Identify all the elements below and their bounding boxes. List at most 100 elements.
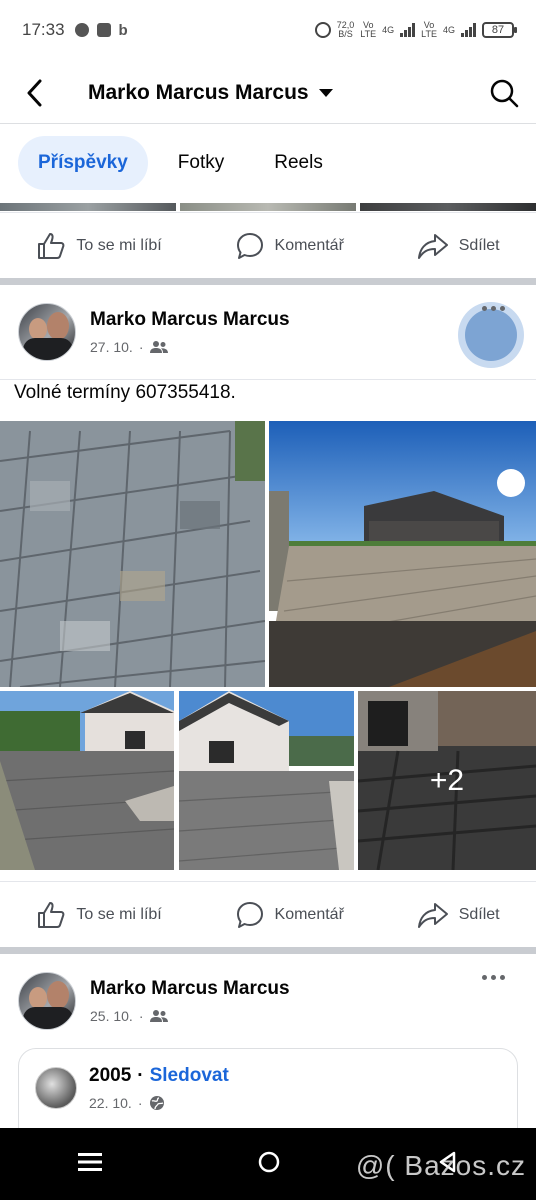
share-label: Sdílet <box>458 905 500 923</box>
dot <box>481 975 487 980</box>
dot-separator: · <box>138 339 144 355</box>
network-gen-1: 4G <box>382 24 395 35</box>
post-header: Marko Marcus Marcus 25. 10. · <box>18 969 518 1033</box>
post-photo-5[interactable]: +2 <box>358 691 536 870</box>
post-photo-1[interactable] <box>0 421 265 687</box>
feed-divider <box>0 947 536 954</box>
menu-icon <box>77 1152 102 1171</box>
driveway-photo-2 <box>179 691 354 870</box>
volte-1-bottom: LTE <box>360 29 377 39</box>
share-button[interactable]: Sdílet <box>417 900 500 930</box>
post-text-separator <box>0 379 536 380</box>
comment-label: Komentář <box>274 236 344 254</box>
messenger-icon <box>74 23 89 37</box>
dot-separator: · <box>137 1095 143 1111</box>
shared-date-row: 22. 10. · <box>89 1095 229 1111</box>
battery-icon: 87 <box>482 22 517 38</box>
profile-title: Marko Marcus Marcus <box>88 80 309 104</box>
home-button[interactable] <box>257 1150 281 1179</box>
post-meta: Marko Marcus Marcus 27. 10. · <box>90 309 290 355</box>
paving-photo-1 <box>0 421 265 687</box>
post-date-row: 25. 10. · <box>90 1008 290 1024</box>
signal-icon <box>400 23 416 37</box>
post-text: Volné termíny 607355418. <box>14 382 236 403</box>
search-button[interactable] <box>472 62 536 124</box>
post-actions: To se mi líbí Komentář Sdílet <box>0 881 536 947</box>
previous-photo-3[interactable] <box>360 203 536 211</box>
dot-separator: · <box>137 1065 144 1086</box>
recent-apps-button[interactable] <box>77 1151 102 1178</box>
dot <box>499 306 505 311</box>
avatar-body <box>23 338 73 360</box>
volte-1: Vo LTE <box>360 21 376 39</box>
avatar-face-adult <box>47 312 69 340</box>
more-options-button[interactable] <box>468 969 518 999</box>
friends-icon <box>149 1010 168 1022</box>
post-author[interactable]: Marko Marcus Marcus <box>90 309 290 331</box>
shared-name-row: 2005 · Sledovat <box>89 1065 229 1087</box>
net-speed-unit: B/S <box>338 29 353 39</box>
avatar[interactable] <box>18 972 76 1030</box>
house-paving-photo <box>269 421 536 687</box>
signal-icon-2 <box>461 23 476 37</box>
post-photo-4[interactable] <box>179 691 354 870</box>
notification-app-icon <box>96 23 111 37</box>
network-gen-2: 4G <box>442 24 455 35</box>
post-meta: Marko Marcus Marcus 25. 10. · <box>90 978 290 1024</box>
profile-header: Marko Marcus Marcus <box>0 62 536 124</box>
dot-separator: · <box>138 1008 144 1024</box>
post-date[interactable]: 27. 10. <box>90 339 133 355</box>
share-icon <box>417 902 448 928</box>
more-photos-overlay[interactable]: +2 <box>358 691 536 870</box>
post-photo-2[interactable] <box>269 421 536 687</box>
comment-icon <box>236 901 263 928</box>
shared-meta: 2005 · Sledovat 22. 10. · <box>89 1065 229 1111</box>
share-button[interactable]: Sdílet <box>417 231 500 261</box>
avatar[interactable] <box>18 303 76 361</box>
tab-photos[interactable]: Fotky <box>158 136 244 190</box>
share-icon <box>417 233 448 259</box>
previous-post-images[interactable] <box>0 203 536 211</box>
volte-2: Vo LTE <box>421 21 437 39</box>
profile-title-dropdown[interactable]: Marko Marcus Marcus <box>88 81 333 105</box>
like-label: To se mi líbí <box>76 905 162 923</box>
status-bar: 17:33 b 72,0 B/S Vo LTE 4G Vo LTE 4G 87 <box>0 0 536 60</box>
post-author[interactable]: Marko Marcus Marcus <box>90 978 290 1000</box>
post-photo-3[interactable] <box>0 691 174 870</box>
dot <box>481 306 487 311</box>
comment-icon <box>236 232 263 259</box>
shared-post-header: 2005 · Sledovat 22. 10. · <box>35 1065 229 1111</box>
follow-button[interactable]: Sledovat <box>150 1065 229 1087</box>
back-button[interactable] <box>0 62 70 124</box>
previous-photo-1[interactable] <box>0 203 176 211</box>
caret-down-icon <box>318 88 333 97</box>
home-circle-icon <box>258 1151 280 1172</box>
profile-tabs: Příspěvky Fotky Reels <box>18 136 343 190</box>
friends-icon <box>149 341 168 353</box>
avatar-face-child <box>29 318 47 340</box>
watermark: @( Bazos.cz <box>355 1150 526 1181</box>
feed-divider <box>0 278 536 285</box>
status-time: 17:33 <box>22 20 65 39</box>
chevron-left-icon <box>27 79 42 106</box>
like-button[interactable]: To se mi líbí <box>36 231 162 261</box>
thumbs-up-icon <box>38 232 65 259</box>
comment-button[interactable]: Komentář <box>235 231 344 261</box>
tab-posts[interactable]: Příspěvky <box>18 136 148 190</box>
shared-author[interactable]: 2005 <box>89 1065 131 1087</box>
previous-photo-2[interactable] <box>180 203 356 211</box>
tab-reels[interactable]: Reels <box>254 136 343 190</box>
comment-label: Komentář <box>274 905 344 923</box>
b-app-icon: b <box>118 21 128 39</box>
avatar-face-child <box>29 987 47 1009</box>
comment-button[interactable]: Komentář <box>235 900 344 930</box>
shared-date[interactable]: 22. 10. <box>89 1095 132 1111</box>
more-options-button[interactable] <box>468 300 518 330</box>
net-speed: 72,0 B/S <box>337 21 355 39</box>
shared-avatar[interactable] <box>35 1067 77 1109</box>
alarm-icon <box>314 22 331 38</box>
like-button[interactable]: To se mi líbí <box>36 900 162 930</box>
post-header: Marko Marcus Marcus 27. 10. · <box>18 300 524 368</box>
post-date[interactable]: 25. 10. <box>90 1008 133 1024</box>
dot <box>490 306 496 311</box>
